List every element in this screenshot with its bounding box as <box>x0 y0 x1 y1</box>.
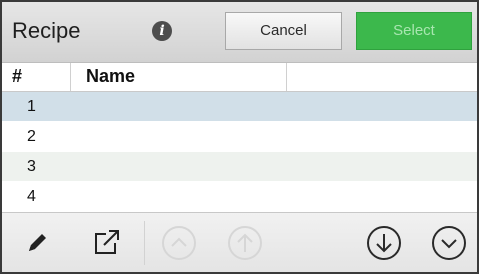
column-header-number[interactable]: # <box>12 66 22 87</box>
table-row[interactable]: 3 <box>2 152 477 182</box>
column-separator <box>286 63 287 91</box>
info-icon[interactable]: i <box>152 21 172 41</box>
table-row[interactable]: 1 <box>2 92 477 122</box>
move-up-icon[interactable] <box>226 224 264 262</box>
row-number: 4 <box>27 188 36 205</box>
toolbar-divider <box>144 221 145 265</box>
edit-icon[interactable] <box>22 227 52 257</box>
cancel-button[interactable]: Cancel <box>225 12 342 50</box>
move-down-icon[interactable] <box>365 224 403 262</box>
table-row[interactable]: 2 <box>2 122 477 152</box>
recipe-table: # Name 1 2 3 4 <box>2 63 477 212</box>
row-number: 3 <box>27 158 36 175</box>
select-button[interactable]: Select <box>356 12 472 50</box>
row-number: 2 <box>27 128 36 145</box>
dialog-title: Recipe <box>12 18 81 43</box>
column-separator <box>70 63 71 91</box>
move-bottom-icon[interactable] <box>430 224 468 262</box>
export-icon[interactable] <box>90 227 124 257</box>
column-header-name[interactable]: Name <box>86 66 135 87</box>
table-header: # Name <box>2 63 477 92</box>
recipe-dialog: Recipe i Cancel Select # Name 1 2 3 4 <box>0 0 479 274</box>
toolbar <box>2 212 477 272</box>
dialog-header: Recipe i Cancel Select <box>2 2 477 63</box>
table-row[interactable]: 4 <box>2 182 477 212</box>
move-top-icon[interactable] <box>160 224 198 262</box>
row-number: 1 <box>27 98 36 115</box>
